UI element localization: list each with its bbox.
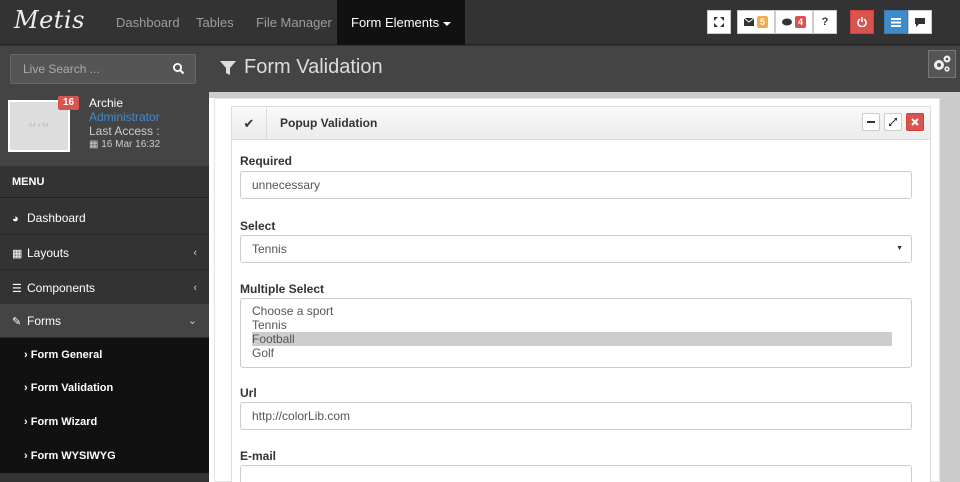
notifications-group: 5 4 ? — [737, 10, 838, 34]
chevron-down-icon: ⌄ — [187, 315, 197, 327]
chat-button[interactable] — [908, 10, 932, 34]
gears-icon — [934, 55, 951, 72]
sidebar-item-dashboard[interactable]: ◕ Dashboard — [0, 201, 209, 235]
required-input[interactable]: unnecessary — [240, 171, 912, 199]
caret-down-icon — [443, 21, 452, 26]
sidebar-subitem-form-general[interactable]: › Form General — [0, 338, 209, 372]
right-gutter — [940, 98, 960, 482]
user-role[interactable]: Administrator — [89, 110, 160, 124]
multiple-select-option[interactable]: Choose a sport — [252, 304, 891, 318]
comments-button[interactable]: 4 — [775, 10, 814, 34]
messages-badge: 5 — [757, 16, 769, 28]
fullscreen-group — [707, 10, 731, 34]
multiple-select-option[interactable]: Golf — [252, 346, 891, 360]
check-icon: ✔ — [232, 107, 267, 140]
subitem-label: Form General — [30, 349, 103, 361]
brand-logo[interactable]: Metis — [14, 6, 85, 34]
url-input[interactable]: http://colorLib.com — [240, 402, 912, 430]
sidebar-item-label: Forms — [27, 314, 61, 328]
nav-file-manager[interactable]: File Manager — [256, 0, 332, 45]
user-name: Archie — [89, 96, 124, 110]
layouts-icon: ▦ — [12, 248, 23, 260]
sidebar-item-label: Layouts — [27, 246, 70, 260]
close-icon — [911, 118, 919, 126]
email-label: E-mail — [240, 449, 277, 463]
sidebar-item-forms[interactable]: ✎ Forms ⌄ — [0, 304, 209, 338]
nav-tables[interactable]: Tables — [196, 0, 234, 45]
expand-arrows-icon — [889, 118, 897, 126]
box-tools — [862, 113, 924, 131]
subitem-label: Form WYSIWYG — [30, 450, 116, 462]
menu-header: MENU — [0, 166, 209, 198]
collapse-button[interactable] — [862, 113, 880, 131]
sidebar-subitem-form-wysiwyg[interactable]: › Form WYSIWYG — [0, 439, 209, 473]
help-button[interactable]: ? — [813, 10, 838, 34]
close-button[interactable] — [906, 113, 924, 131]
main-content: ✔ Popup Validation Required unnecessary … — [209, 92, 960, 482]
sport-select-value: Tennis — [252, 242, 287, 256]
filter-icon — [220, 60, 236, 75]
sidebar-item-label: Components — [27, 281, 96, 295]
multiple-select-label: Multiple Select — [240, 282, 325, 296]
sidebar-item-components[interactable]: ☰ Components ‹ — [0, 271, 209, 305]
nav-form-elements[interactable]: Form Elements — [337, 0, 466, 45]
subitem-label: Form Validation — [30, 382, 114, 394]
comment-icon — [915, 17, 925, 27]
pencil-icon: ✎ — [12, 316, 22, 328]
user-badge: 16 — [58, 96, 80, 110]
last-access-date-text: 16 Mar 16:32 — [101, 139, 161, 150]
messages-button[interactable]: 5 — [737, 10, 776, 34]
multiple-select[interactable]: Choose a sport Tennis Football Golf — [240, 298, 912, 368]
email-input[interactable] — [240, 465, 912, 482]
box-header: ✔ Popup Validation — [232, 107, 930, 140]
sidebar: 64 x 64 16 Archie Administrator Last Acc… — [0, 92, 209, 482]
dashboard-icon: ◕ — [12, 213, 19, 225]
envelope-icon — [744, 18, 754, 26]
bars-icon — [891, 17, 901, 27]
chevron-left-icon: ‹ — [193, 247, 197, 259]
page-title: Form Validation — [220, 56, 383, 79]
multiple-select-option-selected[interactable]: Football — [252, 332, 892, 346]
nav-dashboard[interactable]: Dashboard — [116, 0, 180, 45]
header-bar: Form Validation — [0, 46, 960, 92]
box-title: Popup Validation — [280, 116, 378, 130]
last-access-label: Last Access : — [89, 124, 160, 138]
popup-validation-box: ✔ Popup Validation Required unnecessary … — [231, 106, 931, 482]
subitem-label: Form Wizard — [30, 416, 98, 428]
calendar-icon: ▦ — [89, 139, 99, 150]
settings-button[interactable] — [928, 50, 956, 78]
sidebar-item-layouts[interactable]: ▦ Layouts ‹ — [0, 236, 209, 270]
chevron-left-icon: ‹ — [193, 282, 197, 294]
menu-toggle-button[interactable] — [884, 10, 908, 34]
sidebar-item-label: Dashboard — [27, 211, 86, 225]
search-input[interactable] — [11, 55, 171, 83]
power-icon — [857, 17, 867, 27]
select-label: Select — [240, 219, 276, 233]
sport-select[interactable]: Tennis ▼ — [240, 235, 912, 263]
user-panel: 64 x 64 16 Archie Administrator Last Acc… — [0, 92, 209, 166]
fullscreen-box-button[interactable] — [884, 113, 902, 131]
sidebar-subitem-form-wizard[interactable]: › Form Wizard — [0, 405, 209, 439]
nav-form-elements-label: Form Elements — [351, 15, 440, 30]
fullscreen-button[interactable] — [707, 10, 731, 34]
layout-group — [884, 10, 932, 34]
top-navbar: Metis Dashboard Tables File Manager Form… — [0, 0, 960, 45]
minus-icon — [867, 121, 875, 123]
url-label: Url — [240, 386, 257, 400]
search-icon[interactable] — [172, 62, 186, 76]
comments-badge: 4 — [795, 16, 807, 28]
sidebar-subitem-form-validation[interactable]: › Form Validation — [0, 371, 209, 405]
caret-down-icon: ▼ — [896, 245, 903, 252]
search-box — [10, 54, 196, 84]
required-label: Required — [240, 154, 293, 168]
multiple-select-option[interactable]: Tennis — [252, 318, 891, 332]
page-title-text: Form Validation — [244, 56, 383, 78]
power-group — [850, 10, 874, 34]
last-access-date: ▦ 16 Mar 16:32 — [89, 139, 160, 150]
logout-button[interactable] — [850, 10, 874, 34]
comments-icon — [782, 18, 793, 26]
components-icon: ☰ — [12, 283, 22, 295]
expand-icon — [714, 17, 724, 27]
